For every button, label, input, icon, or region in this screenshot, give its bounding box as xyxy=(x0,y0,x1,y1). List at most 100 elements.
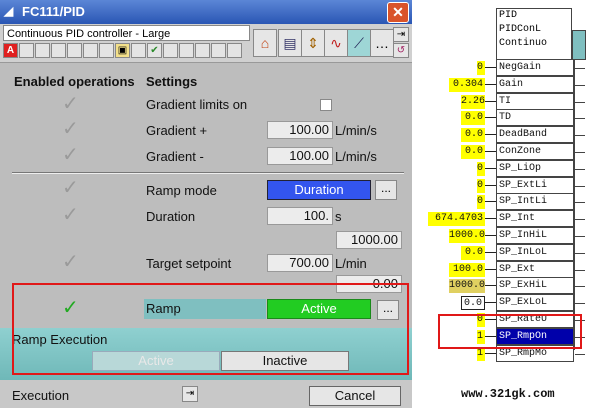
return-icon[interactable]: ↺ xyxy=(393,43,409,58)
status-cell xyxy=(179,43,194,58)
lock-icon: ▣ xyxy=(115,43,130,58)
pin-name[interactable]: NegGain xyxy=(496,59,574,76)
duration-unit: s xyxy=(335,209,342,224)
status-cell xyxy=(19,43,34,58)
gradient-limits-label: Gradient limits on xyxy=(146,97,248,112)
function-block-header: PID PIDConL Continuo xyxy=(496,8,572,60)
pin-name[interactable]: SP_LiOp xyxy=(496,160,574,177)
block-type: PID xyxy=(499,10,518,21)
status-cell xyxy=(227,43,242,58)
pin-name[interactable]: SP_IntLi xyxy=(496,193,574,210)
duration-label: Duration xyxy=(146,209,196,224)
pin-value: 0.304 xyxy=(449,78,485,92)
trend-icon[interactable]: ∿ xyxy=(324,29,348,57)
output-tick xyxy=(575,219,585,220)
pin-value: 2.26 xyxy=(461,95,486,109)
gradient-minus-input[interactable]: 100.00 xyxy=(267,147,333,165)
output-tick xyxy=(575,202,585,203)
pin-connector xyxy=(485,67,496,68)
app-icon: ◢ xyxy=(4,4,14,18)
pin-icon[interactable]: ⇥ xyxy=(393,27,409,42)
pin-connector xyxy=(485,218,496,219)
title-bar[interactable]: ◢ FC111/PID ✕ xyxy=(0,0,412,24)
cancel-button[interactable]: Cancel xyxy=(309,386,401,406)
target-setpoint-label: Target setpoint xyxy=(146,256,232,271)
home-icon[interactable]: ⌂ xyxy=(253,29,277,57)
pin-value: 0.0 xyxy=(461,296,485,310)
block-output-stub xyxy=(572,30,586,60)
enabled-operations-header: Enabled operations xyxy=(14,74,135,89)
output-tick xyxy=(575,152,585,153)
enabled-check-icon: ✓ xyxy=(62,144,79,166)
target-setpoint-unit: L/min xyxy=(335,256,367,271)
pin-name[interactable]: ConZone xyxy=(496,143,574,160)
pin-connector xyxy=(485,269,496,270)
status-cell xyxy=(83,43,98,58)
pin-value: 0 xyxy=(477,162,485,176)
gradient-plus-label: Gradient + xyxy=(146,123,208,138)
pin-connector xyxy=(485,117,496,118)
footer: Execution ⇥ Cancel xyxy=(0,380,412,408)
pin-connector xyxy=(485,252,496,253)
pin-connector xyxy=(485,151,496,152)
output-tick xyxy=(575,85,585,86)
pin-connector xyxy=(485,201,496,202)
pin-name[interactable]: SP_ExHiL xyxy=(496,277,574,294)
pin-connector xyxy=(485,302,496,303)
duration-input[interactable]: 100. xyxy=(267,207,333,225)
gradient-plus-input[interactable]: 100.00 xyxy=(267,121,333,139)
pin-name[interactable]: SP_InHiL xyxy=(496,227,574,244)
output-tick xyxy=(575,135,585,136)
ramp-mode-value[interactable]: Duration xyxy=(267,180,371,200)
duration-readback: 1000.00 xyxy=(336,231,402,249)
pin-name[interactable]: TI xyxy=(496,93,574,110)
curve-icon[interactable]: ⟋ xyxy=(347,29,371,57)
block-family: PIDConL xyxy=(499,24,542,35)
pin-name[interactable]: SP_ExtLi xyxy=(496,177,574,194)
status-cell xyxy=(211,43,226,58)
pin-value: 0.0 xyxy=(461,111,485,125)
pin-name[interactable]: TD xyxy=(496,109,574,126)
enabled-check-icon: ✓ xyxy=(62,251,79,273)
output-tick xyxy=(575,68,585,69)
status-cell xyxy=(35,43,50,58)
output-tick xyxy=(575,169,585,170)
pin-name[interactable]: SP_Ext xyxy=(496,261,574,278)
pin-name[interactable]: SP_ExLoL xyxy=(496,294,574,311)
output-tick xyxy=(575,270,585,271)
pin-name[interactable]: SP_InLoL xyxy=(496,244,574,261)
pin-name[interactable]: Gain xyxy=(496,76,574,93)
limits-icon[interactable]: ⇕ xyxy=(301,29,325,57)
status-cell xyxy=(163,43,178,58)
pin-connector xyxy=(485,84,496,85)
settings-header: Settings xyxy=(146,74,198,89)
output-tick xyxy=(575,186,585,187)
faceplate-window: ◢ FC111/PID ✕ Continuous PID controller … xyxy=(0,0,412,408)
pin-name[interactable]: SP_Int xyxy=(496,210,574,227)
enabled-check-icon: ✓ xyxy=(62,93,79,115)
pin-value: 0.0 xyxy=(461,145,485,159)
pin-highlight-box xyxy=(438,314,582,349)
output-tick xyxy=(575,253,585,254)
pin-connector xyxy=(485,134,496,135)
execution-pin-icon[interactable]: ⇥ xyxy=(182,386,198,402)
pin-connector xyxy=(485,285,496,286)
pin-value: 1000.0 xyxy=(449,279,486,293)
more-icon[interactable]: … xyxy=(370,29,394,57)
ramp-mode-label: Ramp mode xyxy=(146,183,217,198)
ramp-mode-dots-button[interactable]: ... xyxy=(375,180,397,200)
highlight-box xyxy=(12,283,409,375)
pin-value: 0 xyxy=(477,179,485,193)
gradient-plus-unit: L/min/s xyxy=(335,123,377,138)
pin-name[interactable]: DeadBand xyxy=(496,126,574,143)
pin-value: 0 xyxy=(477,61,485,75)
status-cell xyxy=(51,43,66,58)
output-tick xyxy=(575,303,585,304)
enabled-check-icon: ✓ xyxy=(62,177,79,199)
gradient-limits-checkbox[interactable] xyxy=(320,99,332,111)
gradient-minus-unit: L/min/s xyxy=(335,149,377,164)
faceplate-icon[interactable]: ▤ xyxy=(278,29,302,57)
target-setpoint-input[interactable]: 700.00 xyxy=(267,254,333,272)
pin-connector xyxy=(485,101,496,102)
close-button[interactable]: ✕ xyxy=(387,2,409,23)
